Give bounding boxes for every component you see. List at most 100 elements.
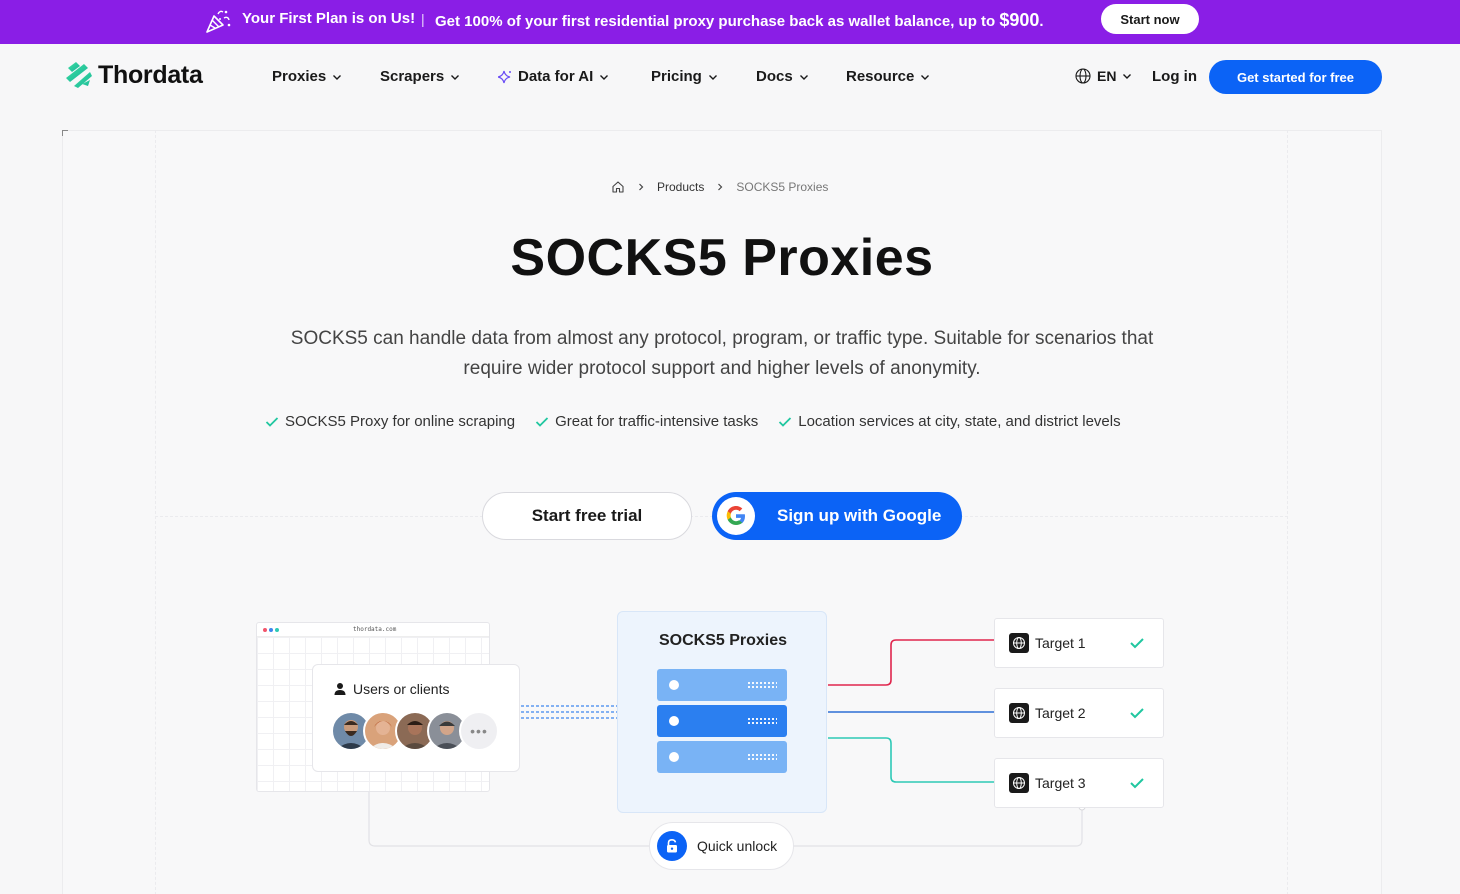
users-title: Users or clients [333, 681, 449, 697]
promo-message: Get 100% of your first residential proxy… [435, 10, 1044, 31]
feature-label: Location services at city, state, and di… [798, 413, 1121, 430]
server-unit [657, 741, 787, 773]
target-globe-icon [1009, 633, 1029, 653]
server-vent [747, 681, 777, 689]
target-card-3: Target 3 [994, 758, 1164, 808]
google-icon [726, 506, 745, 525]
socks5-proxies-card: SOCKS5 Proxies [617, 611, 827, 813]
proxies-card-title: SOCKS5 Proxies [658, 632, 788, 649]
nav-data-for-ai[interactable]: Data for AI [498, 68, 609, 85]
browser-url: thordata.com [353, 626, 397, 633]
server-unit-active [657, 705, 787, 737]
breadcrumb-products[interactable]: Products [657, 180, 704, 194]
promo-separator: | [421, 11, 425, 27]
globe-icon [1013, 707, 1025, 719]
chevron-down-icon [799, 74, 808, 80]
unlock-badge-circle [657, 831, 687, 861]
sparkle-icon [498, 70, 511, 83]
google-logo-badge [717, 497, 755, 535]
party-popper-icon [206, 10, 231, 33]
target-card-1: Target 1 [994, 618, 1164, 668]
check-icon [779, 416, 792, 427]
nav-scrapers-label: Scrapers [380, 68, 445, 85]
nav-docs-label: Docs [756, 68, 793, 85]
promo-period: . [1039, 13, 1044, 30]
thordata-logo-icon [66, 62, 92, 88]
browser-titlebar: thordata.com [257, 623, 489, 637]
nav-scrapers[interactable]: Scrapers [380, 68, 460, 85]
thordata-logo[interactable]: Thordata [64, 60, 203, 90]
globe-icon [1075, 68, 1091, 84]
users-label: Users or clients [353, 681, 450, 697]
nav-proxies[interactable]: Proxies [272, 68, 342, 85]
frame-corner-mark [62, 130, 68, 136]
breadcrumb-current: SOCKS5 Proxies [736, 180, 829, 194]
logo-text: Thordata [98, 60, 203, 89]
nav-pricing-label: Pricing [651, 68, 702, 85]
feature-list: SOCKS5 Proxy for online scraping Great f… [265, 413, 1121, 430]
feature-label: SOCKS5 Proxy for online scraping [285, 413, 516, 430]
chevron-down-icon [921, 74, 930, 80]
server-led [669, 680, 679, 690]
check-icon [535, 416, 549, 427]
nav-pricing[interactable]: Pricing [651, 68, 718, 85]
promo-message-text: Get 100% of your first residential proxy… [435, 13, 1000, 30]
chevron-down-icon [333, 74, 342, 80]
server-led [669, 716, 679, 726]
start-now-button[interactable]: Start now [1101, 4, 1199, 34]
nav-resource-label: Resource [846, 68, 915, 85]
language-label: EN [1097, 68, 1117, 84]
window-dot-red [263, 628, 267, 632]
breadcrumb: Products SOCKS5 Proxies [611, 180, 828, 194]
promo-headline: Your First Plan is on Us! [242, 10, 416, 27]
nav-resource[interactable]: Resource [846, 68, 930, 85]
users-card: Users or clients ••• [312, 664, 520, 772]
nav-data-for-ai-label: Data for AI [518, 68, 594, 85]
quick-unlock-badge: Quick unlock [649, 822, 794, 870]
user-icon [334, 683, 346, 695]
target-label: Target 2 [1035, 705, 1086, 721]
language-selector[interactable]: EN [1075, 68, 1132, 84]
main-nav: Thordata Proxies Scrapers Data for AI Pr… [0, 44, 1460, 110]
chevron-down-icon [600, 74, 609, 80]
feature-item: Great for traffic-intensive tasks [535, 413, 758, 430]
get-started-button[interactable]: Get started for free [1209, 60, 1382, 94]
chevron-down-icon [708, 74, 717, 80]
server-vent [747, 717, 777, 725]
target-globe-icon [1009, 703, 1029, 723]
feature-label: Great for traffic-intensive tasks [555, 413, 759, 430]
chevron-down-icon [1123, 74, 1132, 79]
start-free-trial-button[interactable]: Start free trial [482, 492, 692, 540]
server-vent [747, 753, 777, 761]
globe-icon [1013, 777, 1025, 789]
target-card-2: Target 2 [994, 688, 1164, 738]
chevron-right-icon [718, 183, 723, 191]
target-label: Target 1 [1035, 635, 1086, 651]
check-icon [1130, 778, 1144, 789]
login-link[interactable]: Log in [1152, 68, 1197, 85]
unlock-label: Quick unlock [697, 838, 778, 854]
target-globe-icon [1009, 773, 1029, 793]
nav-docs[interactable]: Docs [756, 68, 809, 85]
nav-proxies-label: Proxies [272, 68, 327, 85]
more-avatars-badge: ••• [459, 711, 499, 751]
chevron-down-icon [451, 74, 460, 80]
target-label: Target 3 [1035, 775, 1086, 791]
window-dot-blue [269, 628, 273, 632]
page-subtitle: SOCKS5 can handle data from almost any p… [290, 328, 1154, 379]
promo-amount: $900 [999, 10, 1040, 30]
home-icon[interactable] [611, 180, 625, 194]
page-title: SOCKS5 Proxies [510, 229, 934, 287]
unlock-icon [667, 838, 677, 853]
check-icon [265, 416, 279, 427]
check-icon [1130, 708, 1144, 719]
server-led [669, 752, 679, 762]
promo-banner: Your First Plan is on Us! | Get 100% of … [0, 0, 1460, 44]
server-unit [657, 669, 787, 701]
chevron-right-icon [639, 183, 644, 191]
avatar-group: ••• [331, 711, 499, 751]
window-dot-teal [275, 628, 279, 632]
globe-icon [1013, 637, 1025, 649]
feature-item: Location services at city, state, and di… [778, 413, 1121, 430]
sign-up-google-button[interactable]: Sign up with Google [712, 492, 962, 540]
